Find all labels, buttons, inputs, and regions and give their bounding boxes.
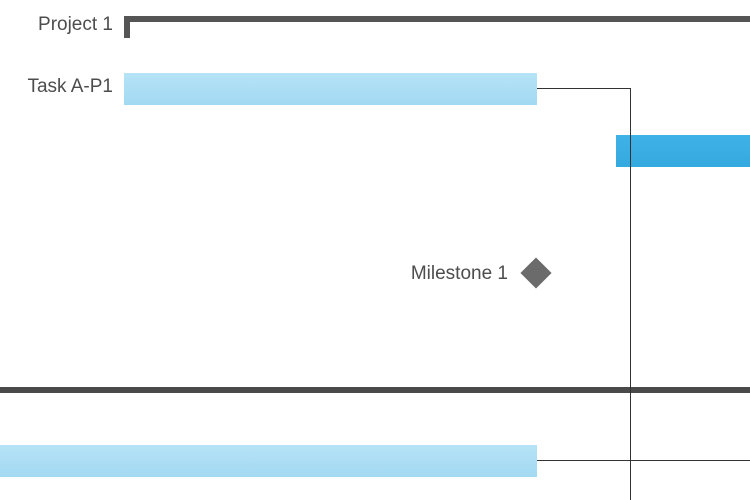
project-label: Project 1 [38, 14, 113, 35]
milestone-diamond-icon[interactable] [520, 257, 552, 289]
dependency-connector [537, 88, 631, 89]
task-label: Task A-P1 [27, 76, 113, 97]
project-divider-bar[interactable] [0, 387, 750, 393]
dependency-connector [537, 460, 750, 461]
milestone-label: Milestone 1 [410, 263, 508, 284]
project-summary-bar-start-cap [124, 16, 130, 38]
task-bar-row-2[interactable] [0, 445, 537, 477]
dependency-connector-vertical [630, 88, 631, 500]
selected-task-bar[interactable] [616, 135, 750, 167]
project-summary-bar[interactable] [124, 16, 750, 22]
task-a-p1-bar[interactable] [124, 73, 537, 105]
